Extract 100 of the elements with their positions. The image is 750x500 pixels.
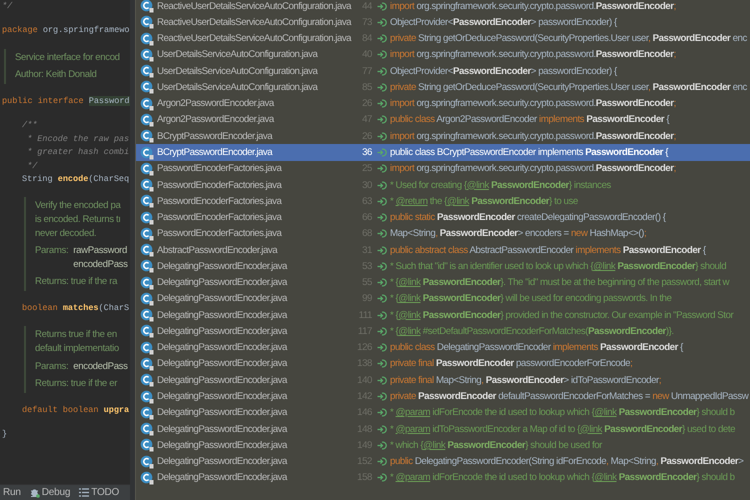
code-line: * @param idForEncode the id used to lookup which {@link PasswordEncoder} should b	[389, 407, 735, 418]
class-file-icon	[140, 80, 154, 94]
file-name: DelegatingPasswordEncoder.java	[156, 293, 288, 304]
file-name: ReactiveUserDetailsServiceAutoConfiguration.java	[156, 0, 352, 12]
arrow-icon	[377, 359, 387, 368]
tool-window-button[interactable]: Run	[3, 487, 21, 498]
bug-icon	[30, 488, 40, 498]
class-file-icon	[140, 162, 154, 176]
doc-text: Returns: true if the ra	[35, 275, 118, 289]
file-name: PasswordEncoderFactories.java	[156, 163, 283, 174]
class-file-icon	[140, 210, 154, 225]
arrow-icon	[377, 82, 387, 92]
code-line: * @return the {@link PasswordEncoder} to use	[389, 196, 578, 207]
line-number: 36	[361, 147, 372, 158]
code-line: import org.springframework.security.crypto.password.PasswordEncoder;	[389, 130, 676, 142]
file-name: UserDetailsServiceAutoConfiguration.java	[156, 49, 319, 60]
class-file-icon	[140, 373, 154, 388]
code-line: import org.springframework.security.crypto.password.PasswordEncoder;	[389, 98, 676, 110]
arrow-icon	[377, 376, 387, 385]
class-file-icon	[140, 390, 154, 404]
tool-window-button[interactable]: Debug	[30, 487, 70, 498]
code-line: * {@link #setDefaultPasswordEncoderForMatches(PasswordEncoder)}.	[389, 326, 674, 337]
file-name: DelegatingPasswordEncoder.java	[156, 391, 288, 402]
list-icon	[79, 488, 90, 497]
doc-text: default implementatio	[35, 342, 120, 356]
code-line: ObjectProvider<PasswordEncoder> passwordEncoder) {	[389, 66, 617, 77]
arrow-icon	[377, 262, 387, 271]
doc-text: Service interface for encod	[15, 50, 121, 64]
class-file-icon	[140, 146, 154, 160]
code-line: private PasswordEncoder defaultPasswordEncoderForMatches = new UnmappedIdPassw	[389, 391, 748, 402]
file-name: DelegatingPasswordEncoder.java	[156, 456, 288, 468]
class-file-icon	[140, 340, 154, 355]
class-file-icon	[140, 0, 154, 14]
arrow-icon	[377, 343, 387, 352]
code-line: public interface Password	[2, 95, 130, 108]
params-label: Params:	[35, 244, 68, 258]
arrow-icon	[377, 278, 387, 288]
class-file-icon	[140, 470, 154, 485]
arrow-icon	[377, 34, 387, 44]
class-file-icon	[140, 15, 154, 30]
code-line: package org.springframewo	[2, 24, 130, 38]
file-name: DelegatingPasswordEncoder.java	[156, 424, 288, 435]
class-file-icon	[140, 194, 154, 208]
doc-text: Verify the encoded pa	[35, 199, 122, 214]
arrow-icon	[377, 115, 387, 124]
tool-window-button[interactable]: TODO	[79, 487, 120, 498]
class-file-icon	[140, 226, 154, 241]
arrow-icon	[377, 132, 387, 141]
code-line: ObjectProvider<PasswordEncoder> passwordEncoder) {	[389, 16, 617, 28]
file-name: BCryptPasswordEncoder.java	[156, 130, 274, 142]
file-name: UserDetailsServiceAutoConfiguration.java	[156, 66, 319, 77]
arrow-icon	[377, 392, 387, 401]
code-line: import org.springframework.security.crypto.password.PasswordEncoder;	[389, 49, 676, 60]
file-name: AbstractPasswordEncoder.java	[156, 244, 279, 256]
file-name: DelegatingPasswordEncoder.java	[156, 342, 288, 354]
arrow-icon	[377, 2, 387, 11]
class-file-icon	[140, 324, 154, 338]
class-file-icon	[140, 96, 154, 111]
file-name: Argon2PasswordEncoder.java	[156, 114, 276, 126]
code-line: default boolean upgra	[22, 404, 130, 417]
arrow-icon	[377, 18, 387, 27]
class-file-icon	[140, 259, 154, 274]
file-name: DelegatingPasswordEncoder.java	[156, 374, 288, 386]
file-name: ReactiveUserDetailsServiceAutoConfiguration.java	[156, 16, 352, 28]
arrow-icon	[377, 66, 387, 76]
class-file-icon	[140, 48, 154, 62]
code-line: Map<String, PasswordEncoder> encoders = new HashMap<>();	[389, 228, 646, 240]
class-file-icon	[140, 438, 154, 452]
arrow-icon	[377, 50, 387, 60]
code-line: * {@link PasswordEncoder} provided in the constructor. Our example in "Password Stor	[389, 310, 734, 321]
params-label: Params:	[35, 360, 68, 374]
arrow-icon	[377, 310, 387, 320]
code-line: import org.springframework.security.crypto.password.PasswordEncoder;	[389, 0, 676, 12]
code-line: }	[2, 428, 8, 442]
code-line: * {@link PasswordEncoder}. The "id" must be at the beginning of the password, start w	[389, 277, 730, 288]
class-file-icon	[140, 112, 154, 127]
file-name: DelegatingPasswordEncoder.java	[156, 310, 288, 321]
code-line: public class DelegatingPasswordEncoder implements PasswordEncoder {	[389, 342, 683, 354]
file-name: PasswordEncoderFactories.java	[156, 196, 283, 207]
class-file-icon	[140, 454, 154, 469]
file-name: DelegatingPasswordEncoder.java	[156, 440, 288, 451]
doc-text: Returns: true if the er	[35, 377, 118, 391]
arrow-icon	[377, 180, 387, 190]
class-file-icon	[140, 178, 154, 192]
arrow-icon	[377, 246, 387, 255]
code-line: */	[2, 0, 14, 13]
file-name: PasswordEncoderFactories.java	[156, 180, 283, 191]
code-line: String encode(CharSeq	[22, 173, 130, 186]
file-name: DelegatingPasswordEncoder.java	[156, 358, 288, 370]
code-line: public abstract class AbstractPasswordEncoder implements PasswordEncoder {	[389, 244, 706, 256]
code-line: * @param idForEncode the id used to lookup which {@link PasswordEncoder} should b	[389, 472, 735, 484]
class-file-icon	[140, 32, 154, 46]
param-name: encodedPass	[73, 360, 128, 374]
file-name: DelegatingPasswordEncoder.java	[156, 277, 288, 288]
arrow-icon	[377, 294, 387, 304]
usage-row[interactable]: BCryptPasswordEncoder.java 36 public class BCryptPasswordEncoder implements PasswordEncoder {	[136, 144, 750, 161]
arrow-icon	[377, 213, 387, 222]
arrow-icon	[377, 457, 387, 466]
code-line: * Used for creating {@link PasswordEncoder} instances	[389, 180, 611, 191]
code-line: private String getOrDeducePassword(SecurityProperties.User user, PasswordEncoder enc	[389, 33, 747, 44]
